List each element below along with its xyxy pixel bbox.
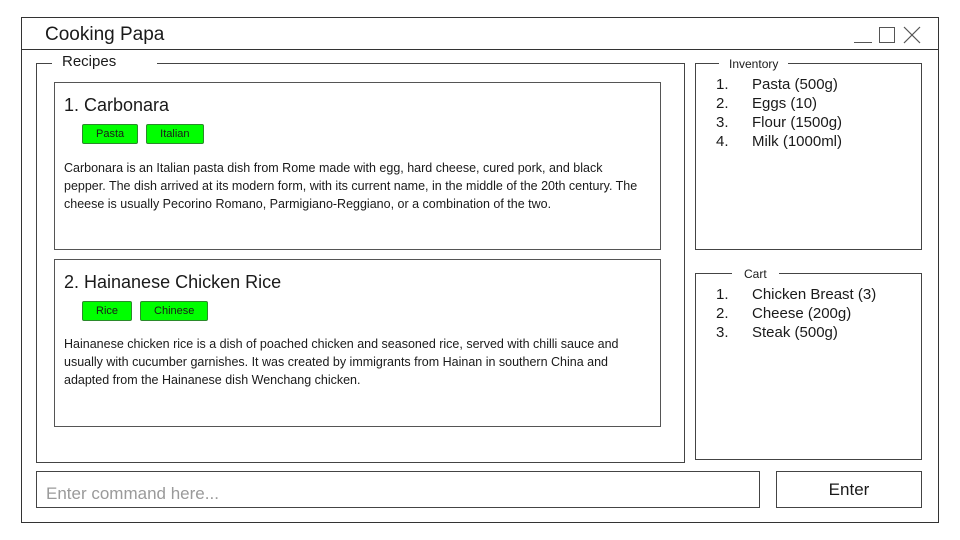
recipe-tags: Rice Chinese <box>82 301 209 321</box>
cart-list: 1. Chicken Breast (3) 2. Cheese (200g) 3. S… <box>716 285 876 342</box>
enter-button[interactable]: Enter <box>776 471 922 508</box>
inventory-legend: Inventory <box>719 56 789 72</box>
list-item[interactable]: 2. Cheese (200g) <box>716 304 876 323</box>
list-item[interactable]: 4. Milk (1000ml) <box>716 132 842 151</box>
recipes-legend: Recipes <box>52 54 157 70</box>
list-item-number: 3. <box>716 324 729 341</box>
list-item-number: 3. <box>716 114 729 131</box>
recipe-card[interactable]: 2. Hainanese Chicken Rice Rice Chinese H… <box>54 259 661 427</box>
command-input[interactable] <box>36 471 760 508</box>
recipe-title: 2. Hainanese Chicken Rice <box>64 272 282 292</box>
tag-italian[interactable]: Italian <box>146 124 204 144</box>
recipe-tags: Pasta Italian <box>82 124 204 144</box>
list-item-number: 1. <box>716 76 729 93</box>
tag-pasta[interactable]: Pasta <box>82 124 139 144</box>
maximize-icon[interactable] <box>879 27 895 43</box>
list-item-label: Steak (500g) <box>752 324 838 341</box>
title-bar: Cooking Papa <box>22 18 938 50</box>
window-title: Cooking Papa <box>45 24 165 45</box>
tag-rice[interactable]: Rice <box>82 301 133 321</box>
list-item-label: Cheese (200g) <box>752 305 852 322</box>
recipe-title: 1. Carbonara <box>64 95 170 115</box>
list-item[interactable]: 3. Steak (500g) <box>716 323 876 342</box>
close-icon[interactable] <box>903 26 921 44</box>
cart-panel: Cart 1. Chicken Breast (3) 2. Cheese (200g… <box>695 266 922 460</box>
recipe-card[interactable]: 1. Carbonara Pasta Italian Carbonara is … <box>54 82 661 250</box>
minimize-icon[interactable] <box>854 27 872 43</box>
list-item-number: 1. <box>716 286 729 303</box>
list-item-label: Chicken Breast (3) <box>752 286 877 303</box>
list-item-number: 4. <box>716 133 729 150</box>
list-item[interactable]: 1. Pasta (500g) <box>716 75 842 94</box>
list-item-label: Flour (1500g) <box>752 114 843 131</box>
list-item[interactable]: 2. Eggs (10) <box>716 94 842 113</box>
list-item-number: 2. <box>716 305 729 322</box>
inventory-panel: Inventory 1. Pasta (500g) 2. Eggs (10) 3. F… <box>695 56 922 250</box>
recipes-panel: Recipes 1. Carbonara Pasta Italian Carbo… <box>36 54 685 463</box>
list-item[interactable]: 3. Flour (1500g) <box>716 113 842 132</box>
app-window: Cooking Papa Recipes 1. Carbonara Pasta … <box>21 17 939 523</box>
list-item-label: Eggs (10) <box>752 95 818 112</box>
list-item-label: Pasta (500g) <box>752 76 838 93</box>
list-item-label: Milk (1000ml) <box>752 133 843 150</box>
inventory-list: 1. Pasta (500g) 2. Eggs (10) 3. Flour (1500… <box>716 75 842 151</box>
recipe-description: Carbonara is an Italian pasta dish from … <box>64 161 638 211</box>
list-item-number: 2. <box>716 95 729 112</box>
recipe-description: Hainanese chicken rice is a dish of poac… <box>64 337 619 387</box>
list-item[interactable]: 1. Chicken Breast (3) <box>716 285 876 304</box>
tag-chinese[interactable]: Chinese <box>140 301 209 321</box>
cart-legend: Cart <box>732 266 779 282</box>
